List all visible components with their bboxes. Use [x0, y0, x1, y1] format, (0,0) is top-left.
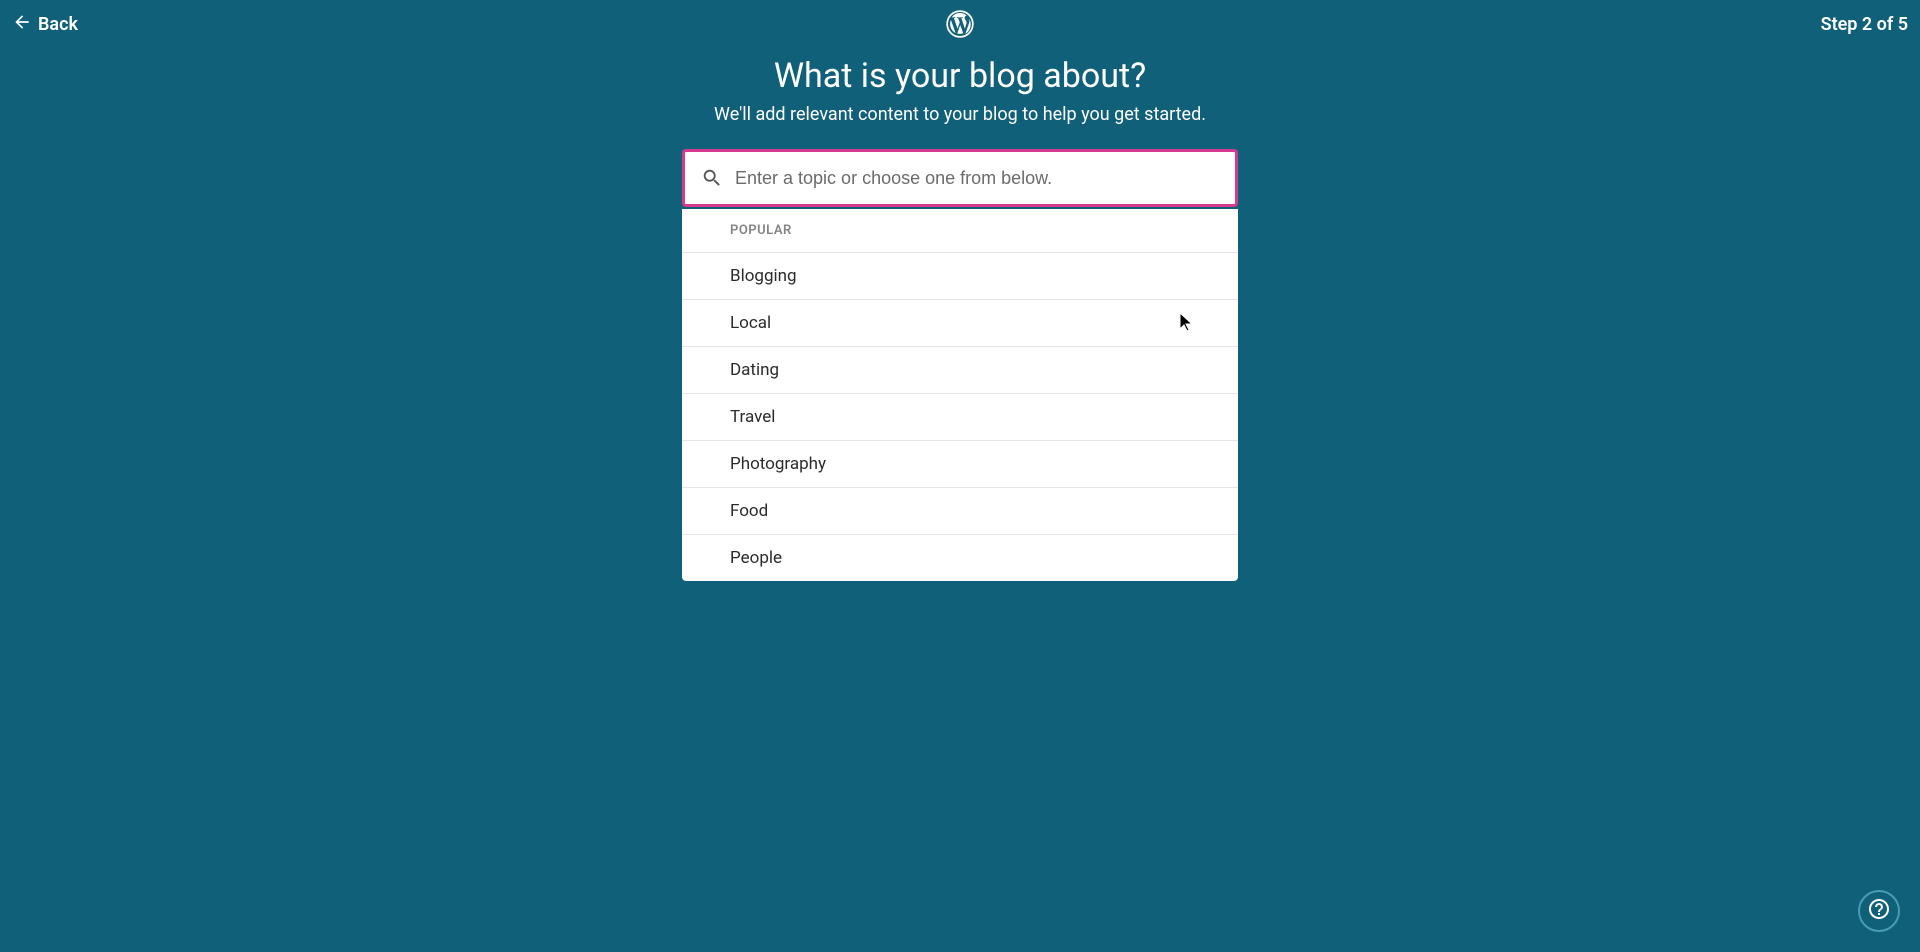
page-subtitle: We'll add relevant content to your blog … — [714, 104, 1206, 125]
topic-search-input[interactable] — [735, 168, 1219, 189]
search-box[interactable] — [682, 149, 1238, 207]
topic-option-photography[interactable]: Photography — [682, 441, 1238, 488]
topic-dropdown: POPULAR Blogging Local Dating Travel Pho… — [682, 209, 1238, 581]
search-icon — [701, 164, 735, 193]
step-indicator: Step 2 of 5 — [1821, 14, 1908, 35]
topic-option-people[interactable]: People — [682, 535, 1238, 581]
help-button[interactable] — [1858, 890, 1900, 932]
topic-option-travel[interactable]: Travel — [682, 394, 1238, 441]
topic-option-blogging[interactable]: Blogging — [682, 253, 1238, 300]
question-mark-icon — [1867, 897, 1891, 925]
page-title: What is your blog about? — [774, 56, 1146, 96]
arrow-left-icon — [12, 12, 32, 37]
dropdown-header: POPULAR — [682, 209, 1238, 253]
topic-option-food[interactable]: Food — [682, 488, 1238, 535]
topic-option-dating[interactable]: Dating — [682, 347, 1238, 394]
back-button[interactable]: Back — [12, 12, 78, 37]
wordpress-logo-icon — [946, 10, 974, 42]
topic-option-local[interactable]: Local — [682, 300, 1238, 347]
back-label: Back — [38, 14, 78, 35]
